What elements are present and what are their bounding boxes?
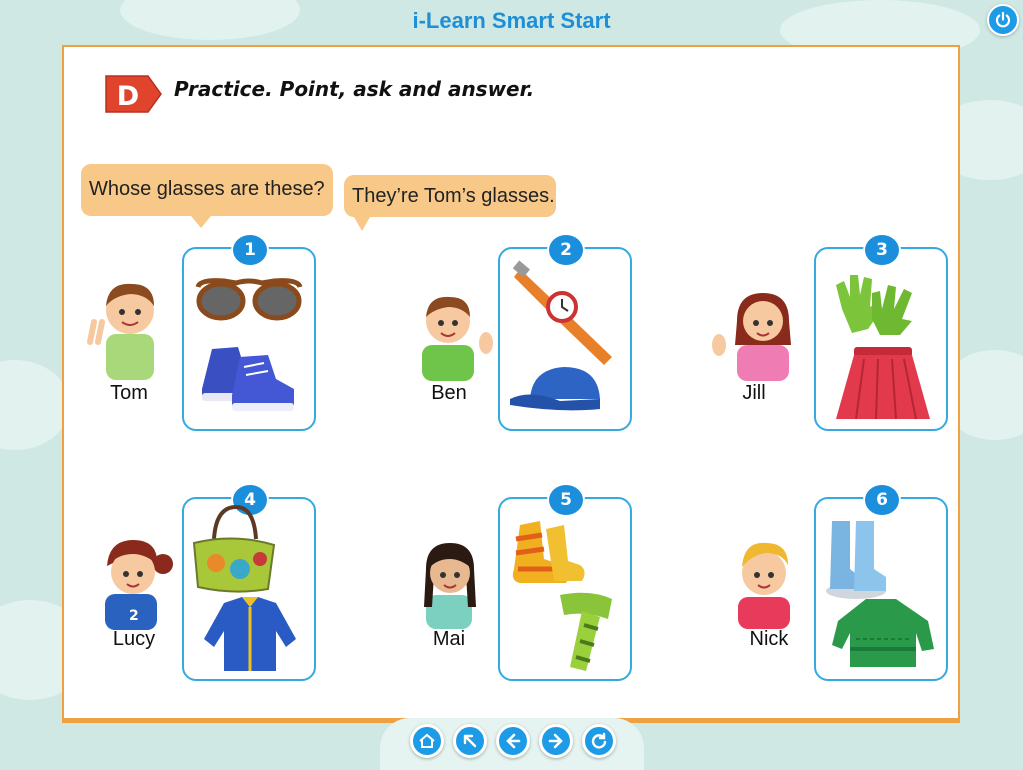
socks-icon [512,521,585,583]
character-name: Tom [110,382,148,404]
lesson-page: D Practice. Point, ask and answer. Whose… [62,45,960,720]
bag-icon [192,504,276,593]
menu-icon [463,734,477,748]
character-tom[interactable]: Tom [84,272,174,422]
character-jill[interactable]: Jill [709,285,799,435]
svg-text:2: 2 [129,608,139,624]
home-icon [419,733,435,748]
item-card-4[interactable]: 4 [182,483,316,681]
next-button[interactable] [539,724,573,758]
boy-icon [422,296,493,381]
question-text: Whose glasses are these? [89,178,325,200]
character-mai[interactable]: Mai [404,535,494,685]
replay-icon [591,732,607,749]
character-lucy[interactable]: 2 Lucy [89,532,179,682]
character-nick[interactable]: Nick [724,535,814,685]
section-badge: D [102,73,164,119]
boy-icon [738,542,790,629]
glasses-icon [195,278,303,321]
item-card-5[interactable]: 5 [498,483,632,681]
skirt-icon [836,347,930,420]
cap-icon [510,367,600,411]
home-button[interactable] [410,724,444,758]
character-name: Ben [431,382,467,404]
character-name: Nick [749,628,789,650]
character-name: Mai [432,628,466,650]
next-icon [548,733,563,749]
replay-button[interactable] [582,724,616,758]
item-card-3[interactable]: 3 [814,233,948,431]
item-card-1[interactable]: 1 [182,233,316,431]
answer-bubble: They’re Tom’s glasses. [344,175,556,231]
scarf-icon [560,592,612,671]
question-bubble: Whose glasses are these? [81,164,333,228]
character-ben[interactable]: Ben [404,287,494,437]
background-cloud [0,360,70,450]
character-name: Lucy [112,628,156,650]
girl-icon: 2 [105,540,173,630]
girl-icon [712,293,791,381]
menu-button[interactable] [453,724,487,758]
jacket-icon [204,597,296,671]
boots-icon [826,521,886,599]
back-icon [506,733,521,749]
item-card-6[interactable]: 6 [814,483,948,681]
navigation-bar [380,718,644,770]
character-name: Jill [742,382,766,404]
answer-text: They’re Tom’s glasses. [352,185,555,207]
section-letter: D [117,81,139,112]
girl-icon [424,543,476,629]
power-icon [995,11,1011,28]
item-card-2[interactable]: 2 [498,233,632,431]
instruction-text: Practice. Point, ask and answer. [174,77,535,101]
watch-icon [512,260,612,365]
boy-icon [87,283,154,380]
gloves-icon [836,275,912,335]
sneakers-icon [202,347,294,411]
power-button[interactable] [987,4,1019,36]
back-button[interactable] [496,724,530,758]
app-title: i-Learn Smart Start [412,8,611,33]
sweater-icon [832,599,934,667]
